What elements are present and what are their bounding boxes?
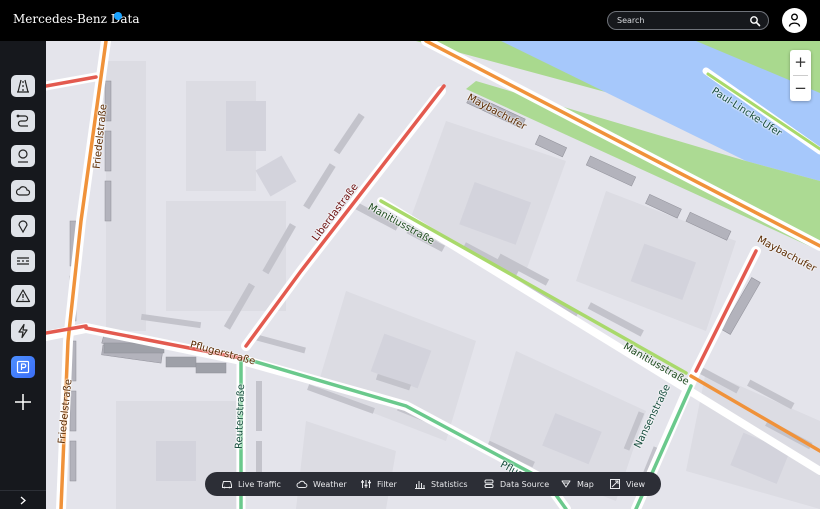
street-label-reuterstrasse: Reuterstraße bbox=[233, 383, 248, 450]
toolbar-filter-label: Filter bbox=[377, 479, 397, 489]
top-bar: Mercedes-Benz Data Search bbox=[0, 0, 820, 41]
toolbar-view[interactable]: View bbox=[609, 472, 645, 496]
cloud-icon bbox=[15, 186, 31, 196]
sidebar-item-routes[interactable] bbox=[11, 110, 35, 132]
sidebar-item-charging[interactable] bbox=[11, 320, 35, 342]
map-canvas[interactable] bbox=[46, 41, 820, 509]
map-view[interactable]: Paul-Lincke-Ufer Maybachufer Maybachufer… bbox=[46, 41, 820, 509]
map-toolbar: Live Traffic Weather Filter Statistics D… bbox=[205, 472, 661, 496]
road-icon bbox=[17, 79, 29, 93]
bar-chart-icon bbox=[415, 481, 425, 489]
sidebar-item-lanes[interactable] bbox=[11, 250, 35, 272]
route-icon bbox=[16, 114, 29, 127]
toolbar-weather-label: Weather bbox=[313, 479, 347, 489]
sidebar-item-locations[interactable] bbox=[11, 145, 35, 167]
search-input[interactable]: Search bbox=[607, 11, 769, 30]
toolbar-live-traffic-label: Live Traffic bbox=[238, 479, 281, 489]
sidebar-expand-button[interactable] bbox=[0, 490, 46, 509]
toolbar-live-traffic[interactable]: Live Traffic bbox=[221, 472, 281, 496]
toolbar-data-source-label: Data Source bbox=[500, 479, 550, 489]
sidebar-item-roads[interactable] bbox=[11, 75, 35, 97]
lanes-icon bbox=[17, 257, 29, 265]
sliders-icon bbox=[361, 480, 371, 488]
toolbar-statistics-label: Statistics bbox=[431, 479, 468, 489]
place-marker-icon bbox=[18, 220, 28, 234]
zoom-out-button[interactable]: − bbox=[790, 76, 811, 101]
toolbar-map-label: Map bbox=[577, 479, 594, 489]
toolbar-weather[interactable]: Weather bbox=[296, 472, 347, 496]
sidebar-item-weather[interactable] bbox=[11, 180, 35, 202]
cloud-icon bbox=[296, 480, 308, 488]
search-icon[interactable] bbox=[749, 15, 761, 27]
toolbar-view-label: View bbox=[626, 479, 645, 489]
location-pin-icon bbox=[18, 149, 28, 163]
sidebar-add-button[interactable] bbox=[11, 391, 35, 413]
search-placeholder: Search bbox=[617, 16, 645, 25]
toolbar-data-source[interactable]: Data Source bbox=[483, 472, 549, 496]
sidebar-item-places[interactable] bbox=[11, 215, 35, 237]
zoom-controls: + − bbox=[790, 50, 811, 101]
parking-icon bbox=[16, 360, 30, 374]
toolbar-filter[interactable]: Filter bbox=[360, 472, 397, 496]
plus-icon bbox=[15, 394, 31, 410]
database-icon bbox=[484, 479, 494, 488]
sidebar-item-parking[interactable] bbox=[11, 356, 35, 378]
chevron-right-icon bbox=[20, 496, 26, 505]
sidebar bbox=[0, 41, 46, 509]
warning-icon bbox=[15, 289, 31, 303]
lightning-icon bbox=[18, 323, 28, 339]
user-avatar-button[interactable] bbox=[782, 8, 807, 33]
map-icon bbox=[561, 480, 571, 488]
user-icon bbox=[788, 13, 801, 27]
zoom-in-button[interactable]: + bbox=[790, 50, 811, 75]
view-icon bbox=[610, 479, 620, 489]
sidebar-item-warnings[interactable] bbox=[11, 285, 35, 307]
toolbar-map[interactable]: Map bbox=[560, 472, 594, 496]
car-icon bbox=[222, 481, 232, 489]
toolbar-statistics[interactable]: Statistics bbox=[414, 472, 468, 496]
brand-badge-icon bbox=[114, 12, 122, 20]
